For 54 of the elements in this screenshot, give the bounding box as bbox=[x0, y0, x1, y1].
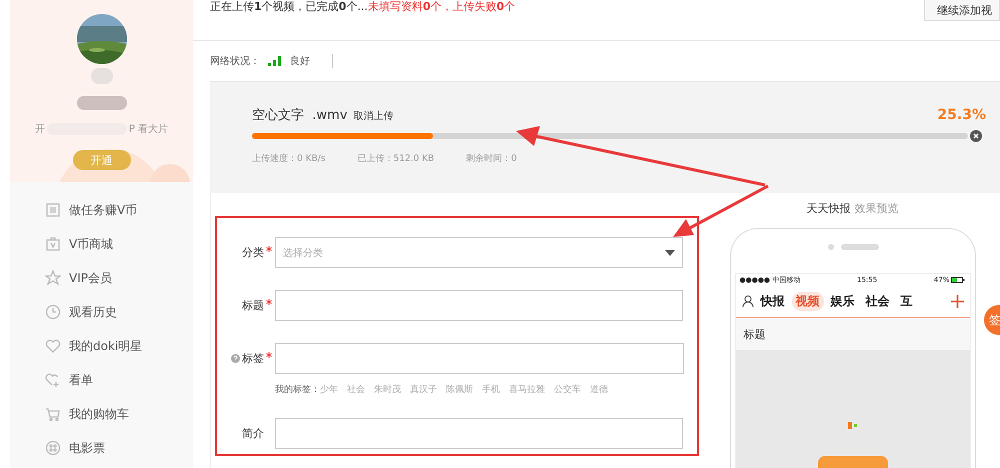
loading-icon bbox=[846, 422, 858, 430]
field-label: 分类 bbox=[242, 245, 264, 260]
help-icon[interactable] bbox=[231, 354, 240, 364]
blurred-badge bbox=[76, 96, 126, 110]
clock-icon bbox=[45, 304, 61, 320]
list-icon bbox=[45, 202, 61, 218]
upload-status-text: 正在上传1个视频，已完成0个...未填写资料0个，上传失败0个 bbox=[210, 0, 516, 14]
tags-input[interactable] bbox=[275, 343, 684, 374]
network-status: 良好 bbox=[290, 54, 310, 68]
cart-icon bbox=[45, 406, 61, 422]
my-tags-label: 我的标签： bbox=[275, 384, 320, 396]
sidebar-item[interactable]: V币商城 bbox=[45, 234, 193, 254]
article-title: 标题 bbox=[736, 318, 970, 350]
field-label: 简介 bbox=[242, 426, 264, 442]
preview-tab[interactable]: 社会 bbox=[862, 292, 894, 311]
description-input[interactable] bbox=[275, 418, 683, 450]
sidebar-item[interactable]: 做任务赚V币 bbox=[45, 200, 193, 220]
preview-tab[interactable]: 快报 bbox=[756, 292, 788, 311]
caret-icon bbox=[665, 250, 675, 256]
close-icon[interactable] bbox=[970, 130, 982, 142]
sidebar-item[interactable]: 观看历史 bbox=[45, 302, 193, 322]
signal-icon bbox=[268, 56, 282, 66]
sidebar-item[interactable]: 我的购物车 bbox=[45, 404, 193, 424]
title-input[interactable] bbox=[275, 290, 683, 322]
promo-text: P 看大片 bbox=[128, 122, 168, 136]
upload-percent: 25.3% bbox=[937, 107, 986, 124]
file-name: 空心文字 .wmv bbox=[252, 108, 348, 124]
sidebar-item[interactable]: VIP会员 bbox=[45, 268, 193, 288]
upload-stat: 已上传：512.0 KB bbox=[357, 152, 434, 166]
sidebar-item[interactable]: 电影票 bbox=[45, 438, 193, 458]
upload-stat: 剩余时间：0 bbox=[466, 152, 517, 166]
preview-tab[interactable]: 娱乐 bbox=[826, 292, 858, 311]
star-icon bbox=[45, 270, 61, 286]
continue-add-button[interactable]: 继续添加视 bbox=[924, 0, 1000, 21]
preview-tab[interactable]: 互 bbox=[896, 292, 916, 311]
shopping-bag-icon bbox=[45, 236, 61, 252]
user-icon[interactable] bbox=[742, 295, 754, 308]
heart-icon bbox=[45, 338, 61, 354]
network-label: 网络状况： bbox=[210, 54, 260, 68]
preview-app-name: 天天快报 bbox=[806, 201, 850, 216]
sidebar-item[interactable]: 我的doki明星 bbox=[45, 336, 193, 356]
plus-icon[interactable] bbox=[950, 294, 964, 308]
heart-plus-icon bbox=[45, 372, 61, 388]
preview-label: 效果预览 bbox=[854, 201, 898, 216]
phone-speaker-icon bbox=[826, 243, 878, 252]
upload-stat: 上传速度：0 KB/s bbox=[252, 152, 326, 166]
field-label: 标签 bbox=[242, 351, 264, 366]
film-reel-icon bbox=[45, 440, 61, 456]
set-cover-button[interactable] bbox=[818, 456, 888, 468]
field-label: 标题 bbox=[242, 298, 264, 314]
cancel-upload-link[interactable]: 取消上传 bbox=[353, 111, 394, 122]
battery-icon bbox=[951, 276, 966, 283]
sidebar-item[interactable]: 看单 bbox=[45, 370, 193, 390]
promo-text: 开 bbox=[34, 123, 45, 136]
